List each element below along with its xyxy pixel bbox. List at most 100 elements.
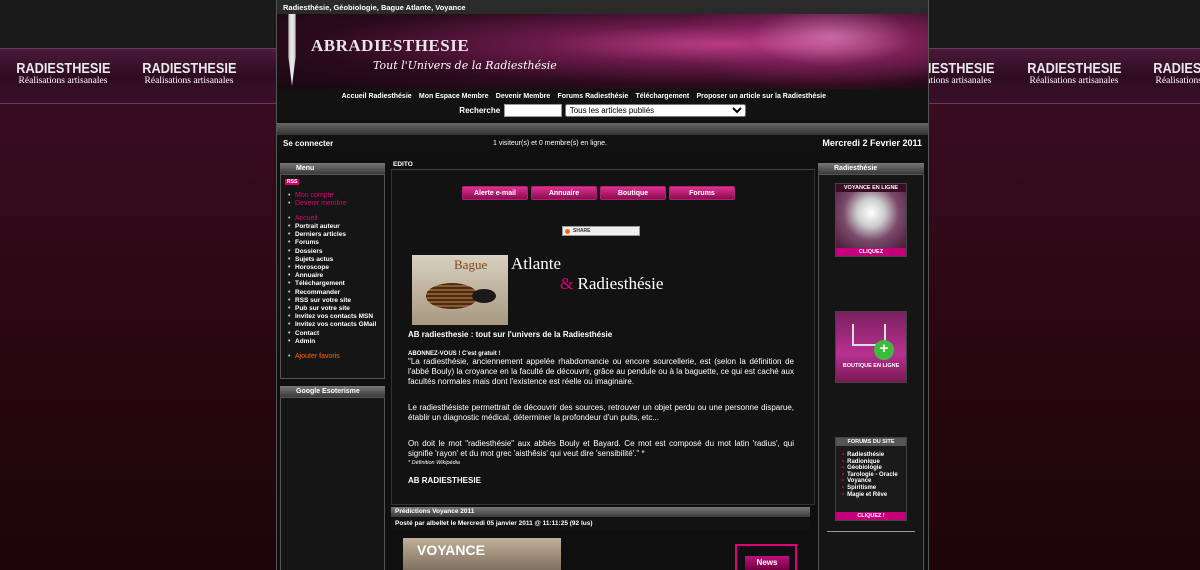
site-slogan: Tout l'Univers de la Radiesthésie xyxy=(373,59,557,72)
divider xyxy=(827,531,915,532)
article-paragraph-3: On doit le mot "radiesthésie" aux abbés … xyxy=(408,439,794,458)
menu-devenir-membre[interactable]: Devenir membre xyxy=(285,200,380,208)
annuaire-button[interactable]: Annuaire xyxy=(531,186,597,200)
band-logo-title: RADIESTHESIE xyxy=(16,60,111,77)
voyance-en-ligne-ad[interactable]: VOYANCE EN LIGNE CLIQUEZ xyxy=(835,183,907,257)
forum-item: Spiritisme xyxy=(842,485,906,492)
google-panel-body xyxy=(280,397,385,570)
google-panel-title: Google Esoterisme xyxy=(280,386,385,397)
title-ampersand: & xyxy=(560,274,574,293)
ring-icon xyxy=(426,283,478,309)
pendulum-icon xyxy=(288,14,296,86)
voyance-image: VOYANCE xyxy=(403,538,561,570)
bague-image-text: Bague xyxy=(454,257,488,272)
edito-title: EDITO xyxy=(391,160,815,170)
plus-icon: + xyxy=(874,340,894,360)
rss-icon[interactable]: RSS xyxy=(285,179,300,185)
search-label: Recherche xyxy=(459,105,501,115)
current-date: Mercredi 2 Fevrier 2011 xyxy=(822,138,922,148)
left-column: Menu RSS Mon compte Devenir membre Accue… xyxy=(280,163,385,570)
forum-item: Magie et Rêve xyxy=(842,492,906,499)
site-top-title: Radiesthésie, Géobiologie, Bague Atlante… xyxy=(277,0,928,14)
band-logo[interactable]: RADIESTHESIE Réalisations artisanales xyxy=(1019,60,1129,86)
search-bar: Recherche Tous les articles publiés xyxy=(277,102,928,120)
nav-proposer-article[interactable]: Proposer un article sur la Radiesthésie xyxy=(696,93,826,100)
edito-article: AB radiesthesie : tout sur l'univers de … xyxy=(408,330,794,485)
right-column: Radiesthésie VOYANCE EN LIGNE CLIQUEZ + … xyxy=(818,163,924,570)
news-badge: News xyxy=(745,556,789,570)
nav-forums[interactable]: Forums Radiesthésie xyxy=(557,93,628,100)
menu-item[interactable]: Invitez vos contacts GMail xyxy=(285,321,380,329)
visitors-count: 1 visiteur(s) et 0 membre(s) en ligne. xyxy=(493,140,607,147)
nav-devenir-membre[interactable]: Devenir Membre xyxy=(496,93,550,100)
menu-item[interactable]: Admin xyxy=(285,338,380,346)
nav-accueil[interactable]: Accueil Radiesthésie xyxy=(342,93,412,100)
ad3-cta: CLIQUEZ ! xyxy=(836,512,906,520)
prediction-meta: Posté par albellet le Mercredi 05 janvie… xyxy=(391,518,810,530)
voyance-image-text: VOYANCE xyxy=(417,542,485,558)
menu-item[interactable]: Téléchargement xyxy=(285,280,380,288)
forum-item: Géobiologie xyxy=(842,465,906,472)
forum-item: Voyance xyxy=(842,478,906,485)
nav-espace-membre[interactable]: Mon Espace Membre xyxy=(419,93,489,100)
band-logo[interactable]: RADIESTHESIE Réalisations artisanales xyxy=(134,60,244,86)
menu-accueil[interactable]: Accueil xyxy=(285,215,380,223)
article-paragraph-2: Le radiesthésiste permettrait de découvr… xyxy=(408,403,794,422)
band-logo-title: RADIESTHESIE xyxy=(142,60,237,77)
band-logo-subtitle: Réalisations artisanales xyxy=(18,76,108,86)
menu-mon-compte[interactable]: Mon compte xyxy=(285,192,380,200)
menu-item[interactable]: Horoscope xyxy=(285,264,380,272)
menu-panel: RSS Mon compte Devenir membre Accueil Po… xyxy=(280,174,385,379)
prediction-title[interactable]: Prédictions Voyance 2011 xyxy=(391,507,810,517)
menu-item[interactable]: Recommander xyxy=(285,289,380,297)
ad3-title: FORUMS DU SITE xyxy=(836,438,906,446)
edito-panel: Alerte e-mail Annuaire Boutique Forums SHAR… xyxy=(391,170,815,505)
alert-email-button[interactable]: Alerte e-mail xyxy=(462,186,528,200)
ad1-title: VOYANCE EN LIGNE xyxy=(836,184,906,192)
menu-item[interactable]: Dossiers xyxy=(285,248,380,256)
search-input[interactable] xyxy=(504,104,563,117)
share-button[interactable]: SHARE xyxy=(562,226,640,236)
boutique-button[interactable]: Boutique xyxy=(600,186,666,200)
menu-ajouter-favoris[interactable]: Ajouter favoris xyxy=(285,353,380,361)
ad2-label: BOUTIQUE EN LIGNE xyxy=(842,363,900,369)
ring-small-icon xyxy=(472,289,496,303)
menu-item[interactable]: RSS sur votre site xyxy=(285,297,380,305)
site-header: ABRADIESTHESIE Tout l'Univers de la Radi… xyxy=(277,14,928,89)
forum-item: Tarologie - Oracle xyxy=(842,472,906,479)
right-panel: VOYANCE EN LIGNE CLIQUEZ + BOUTIQUE EN L… xyxy=(818,174,924,570)
menu-item[interactable]: Portrait auteur xyxy=(285,223,380,231)
forums-list: Radiesthésie Radionique Géobiologie Taro… xyxy=(836,438,906,498)
article-heading: AB radiesthesie : tout sur l'univers de … xyxy=(408,330,613,339)
forum-item: Radionique xyxy=(842,459,906,466)
login-link[interactable]: Se connecter xyxy=(283,139,333,148)
center-column: EDITO Alerte e-mail Annuaire Boutique Forum… xyxy=(391,160,815,505)
title-radiesthesie-text: Radiesthésie xyxy=(577,274,664,293)
site-title[interactable]: ABRADIESTHESIE xyxy=(311,36,469,56)
nav-telechargement[interactable]: Téléchargement xyxy=(636,93,690,100)
menu-item[interactable]: Forums xyxy=(285,239,380,247)
band-logo[interactable]: RADIESTHESIE Réalisations artisanales xyxy=(1145,60,1200,86)
search-scope-select[interactable]: Tous les articles publiés xyxy=(564,104,746,117)
article-signature: AB RADIESTHESIE xyxy=(408,476,481,485)
article-paragraph-1: "La radiesthésie, anciennement appelée r… xyxy=(408,357,794,386)
menu-item[interactable]: Sujets actus xyxy=(285,256,380,264)
menu-item[interactable]: Invitez vos contacts MSN xyxy=(285,313,380,321)
menu-item[interactable]: Annuaire xyxy=(285,272,380,280)
forums-button[interactable]: Forums xyxy=(669,186,735,200)
title-atlante: Atlante xyxy=(511,254,562,273)
ad1-cta: CLIQUEZ xyxy=(836,248,906,256)
forums-du-site-ad[interactable]: FORUMS DU SITE Radiesthésie Radionique G… xyxy=(835,437,907,521)
meta-prefix: Posté par xyxy=(395,520,425,527)
forum-item: Radiesthésie xyxy=(842,452,906,459)
boutique-en-ligne-ad[interactable]: + BOUTIQUE EN LIGNE xyxy=(835,311,907,383)
status-bar: Se connecter 1 visiteur(s) et 0 membre(s… xyxy=(277,135,928,151)
meta-author[interactable]: albellet xyxy=(426,520,448,527)
band-logo[interactable]: RADIESTHESIE Réalisations artisanales xyxy=(8,60,118,86)
menu-item[interactable]: Derniers articles xyxy=(285,231,380,239)
menu-item[interactable]: Pub sur votre site xyxy=(285,305,380,313)
title-radiesthesie: & Radiesthésie xyxy=(560,274,663,294)
menu-item[interactable]: Contact xyxy=(285,330,380,338)
band-logo-title: RADIESTHESIE xyxy=(1153,60,1200,77)
bague-atlante-image: Bague xyxy=(412,255,508,325)
